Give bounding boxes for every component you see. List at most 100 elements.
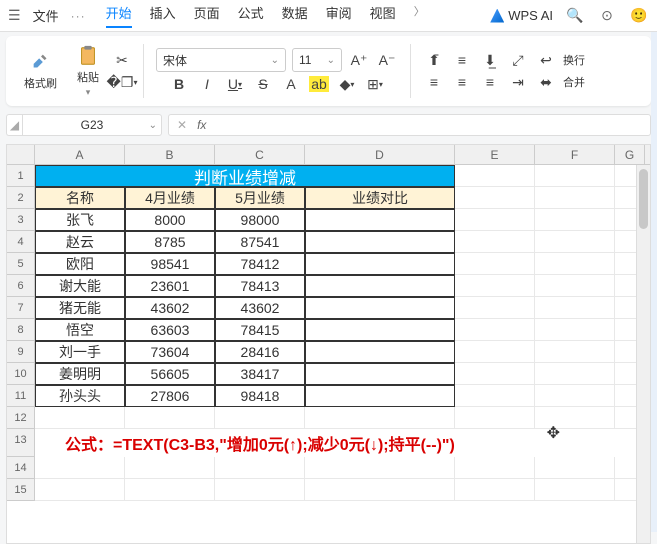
data-compare[interactable] xyxy=(305,297,455,319)
cell[interactable] xyxy=(35,479,125,501)
header-may[interactable]: 5月业绩 xyxy=(215,187,305,209)
select-all-triangle[interactable]: ◢ xyxy=(6,114,22,136)
data-apr[interactable]: 8785 xyxy=(125,231,215,253)
file-menu[interactable]: 文件 xyxy=(33,6,59,25)
more-menu[interactable]: ··· xyxy=(71,9,86,23)
side-panel-edge[interactable] xyxy=(651,32,657,532)
data-apr[interactable]: 27806 xyxy=(125,385,215,407)
tab-insert[interactable]: 插入 xyxy=(150,3,176,28)
data-compare[interactable] xyxy=(305,385,455,407)
cell[interactable] xyxy=(455,341,535,363)
fx-icon[interactable]: fx xyxy=(197,118,206,132)
wrap-text-button[interactable]: ↩ xyxy=(535,50,557,70)
cell[interactable] xyxy=(535,297,615,319)
header-name[interactable]: 名称 xyxy=(35,187,125,209)
cloud-icon[interactable]: ⊙ xyxy=(597,6,617,26)
align-top-button[interactable]: ⬆̄ xyxy=(423,50,445,70)
font-name-select[interactable]: 宋体⌄ xyxy=(156,48,286,72)
cell[interactable] xyxy=(535,165,615,187)
wps-ai-button[interactable]: WPS AI xyxy=(490,8,553,23)
data-may[interactable]: 28416 xyxy=(215,341,305,363)
row-header[interactable]: 5 xyxy=(7,253,35,275)
font-color-button[interactable]: A xyxy=(280,74,302,94)
col-header[interactable]: F xyxy=(535,145,615,164)
data-may[interactable]: 78412 xyxy=(215,253,305,275)
data-apr[interactable]: 56605 xyxy=(125,363,215,385)
cell[interactable] xyxy=(535,319,615,341)
data-name[interactable]: 刘一手 xyxy=(35,341,125,363)
data-name[interactable]: 姜明明 xyxy=(35,363,125,385)
tab-review[interactable]: 审阅 xyxy=(326,3,352,28)
data-compare[interactable] xyxy=(305,231,455,253)
tab-start[interactable]: 开始 xyxy=(106,3,132,28)
row-header[interactable]: 12 xyxy=(7,407,35,429)
data-name[interactable]: 赵云 xyxy=(35,231,125,253)
cell[interactable] xyxy=(535,363,615,385)
cell[interactable] xyxy=(455,275,535,297)
data-apr[interactable]: 43602 xyxy=(125,297,215,319)
row-header[interactable]: 8 xyxy=(7,319,35,341)
cell[interactable] xyxy=(305,457,455,479)
data-apr[interactable]: 98541 xyxy=(125,253,215,275)
data-may[interactable]: 43602 xyxy=(215,297,305,319)
cell[interactable] xyxy=(125,479,215,501)
data-name[interactable]: 张飞 xyxy=(35,209,125,231)
align-left-button[interactable]: ≡ xyxy=(423,72,445,92)
row-header[interactable]: 7 xyxy=(7,297,35,319)
underline-button[interactable]: U▾ xyxy=(224,74,246,94)
col-header[interactable]: B xyxy=(125,145,215,164)
cell[interactable] xyxy=(455,209,535,231)
data-apr[interactable]: 73604 xyxy=(125,341,215,363)
cell[interactable] xyxy=(215,457,305,479)
data-compare[interactable] xyxy=(305,253,455,275)
cell[interactable] xyxy=(455,479,535,501)
cell[interactable] xyxy=(455,319,535,341)
align-right-button[interactable]: ≡ xyxy=(479,72,501,92)
cell[interactable] xyxy=(455,457,535,479)
cell[interactable] xyxy=(35,457,125,479)
cut-button[interactable]: ✂ xyxy=(113,51,131,69)
merge-button[interactable]: ⬌ xyxy=(535,72,557,92)
cell[interactable] xyxy=(535,275,615,297)
col-header[interactable]: E xyxy=(455,145,535,164)
row-header[interactable]: 2 xyxy=(7,187,35,209)
tab-view[interactable]: 视图 xyxy=(370,3,396,28)
scrollbar-thumb[interactable] xyxy=(639,169,648,229)
data-compare[interactable] xyxy=(305,341,455,363)
data-may[interactable]: 98000 xyxy=(215,209,305,231)
cell[interactable] xyxy=(535,209,615,231)
fill-color-button[interactable]: ◆▾ xyxy=(336,74,358,94)
row-header[interactable]: 11 xyxy=(7,385,35,407)
col-header[interactable]: G xyxy=(615,145,645,164)
cell[interactable] xyxy=(535,385,615,407)
data-may[interactable]: 78415 xyxy=(215,319,305,341)
cell[interactable] xyxy=(535,341,615,363)
highlight-button[interactable]: ab xyxy=(308,74,330,94)
cell[interactable] xyxy=(535,231,615,253)
data-apr[interactable]: 23601 xyxy=(125,275,215,297)
font-size-select[interactable]: 11⌄ xyxy=(292,48,342,72)
row-header[interactable]: 9 xyxy=(7,341,35,363)
format-painter-button[interactable]: 格式刷 xyxy=(18,49,63,93)
row-header[interactable]: 4 xyxy=(7,231,35,253)
cell[interactable] xyxy=(535,457,615,479)
cell[interactable] xyxy=(455,253,535,275)
vertical-scrollbar[interactable] xyxy=(636,165,650,543)
row-header[interactable]: 15 xyxy=(7,479,35,501)
data-may[interactable]: 38417 xyxy=(215,363,305,385)
orientation-button[interactable]: ⤢ xyxy=(507,50,529,70)
cell[interactable] xyxy=(305,407,455,429)
cell[interactable] xyxy=(215,479,305,501)
data-may[interactable]: 78413 xyxy=(215,275,305,297)
row-header[interactable]: 1 xyxy=(7,165,35,187)
italic-button[interactable]: I xyxy=(196,74,218,94)
data-compare[interactable] xyxy=(305,275,455,297)
tab-data[interactable]: 数据 xyxy=(282,3,308,28)
col-header[interactable]: C xyxy=(215,145,305,164)
spreadsheet-grid[interactable]: A B C D E F G 1判断业绩增减2名称4月业绩5月业绩业绩对比3张飞8… xyxy=(6,144,651,544)
cell[interactable] xyxy=(535,187,615,209)
search-icon[interactable]: 🔍 xyxy=(565,6,585,26)
data-name[interactable]: 谢大能 xyxy=(35,275,125,297)
row-header[interactable]: 10 xyxy=(7,363,35,385)
paste-button[interactable]: 粘贴▾ xyxy=(71,43,105,100)
